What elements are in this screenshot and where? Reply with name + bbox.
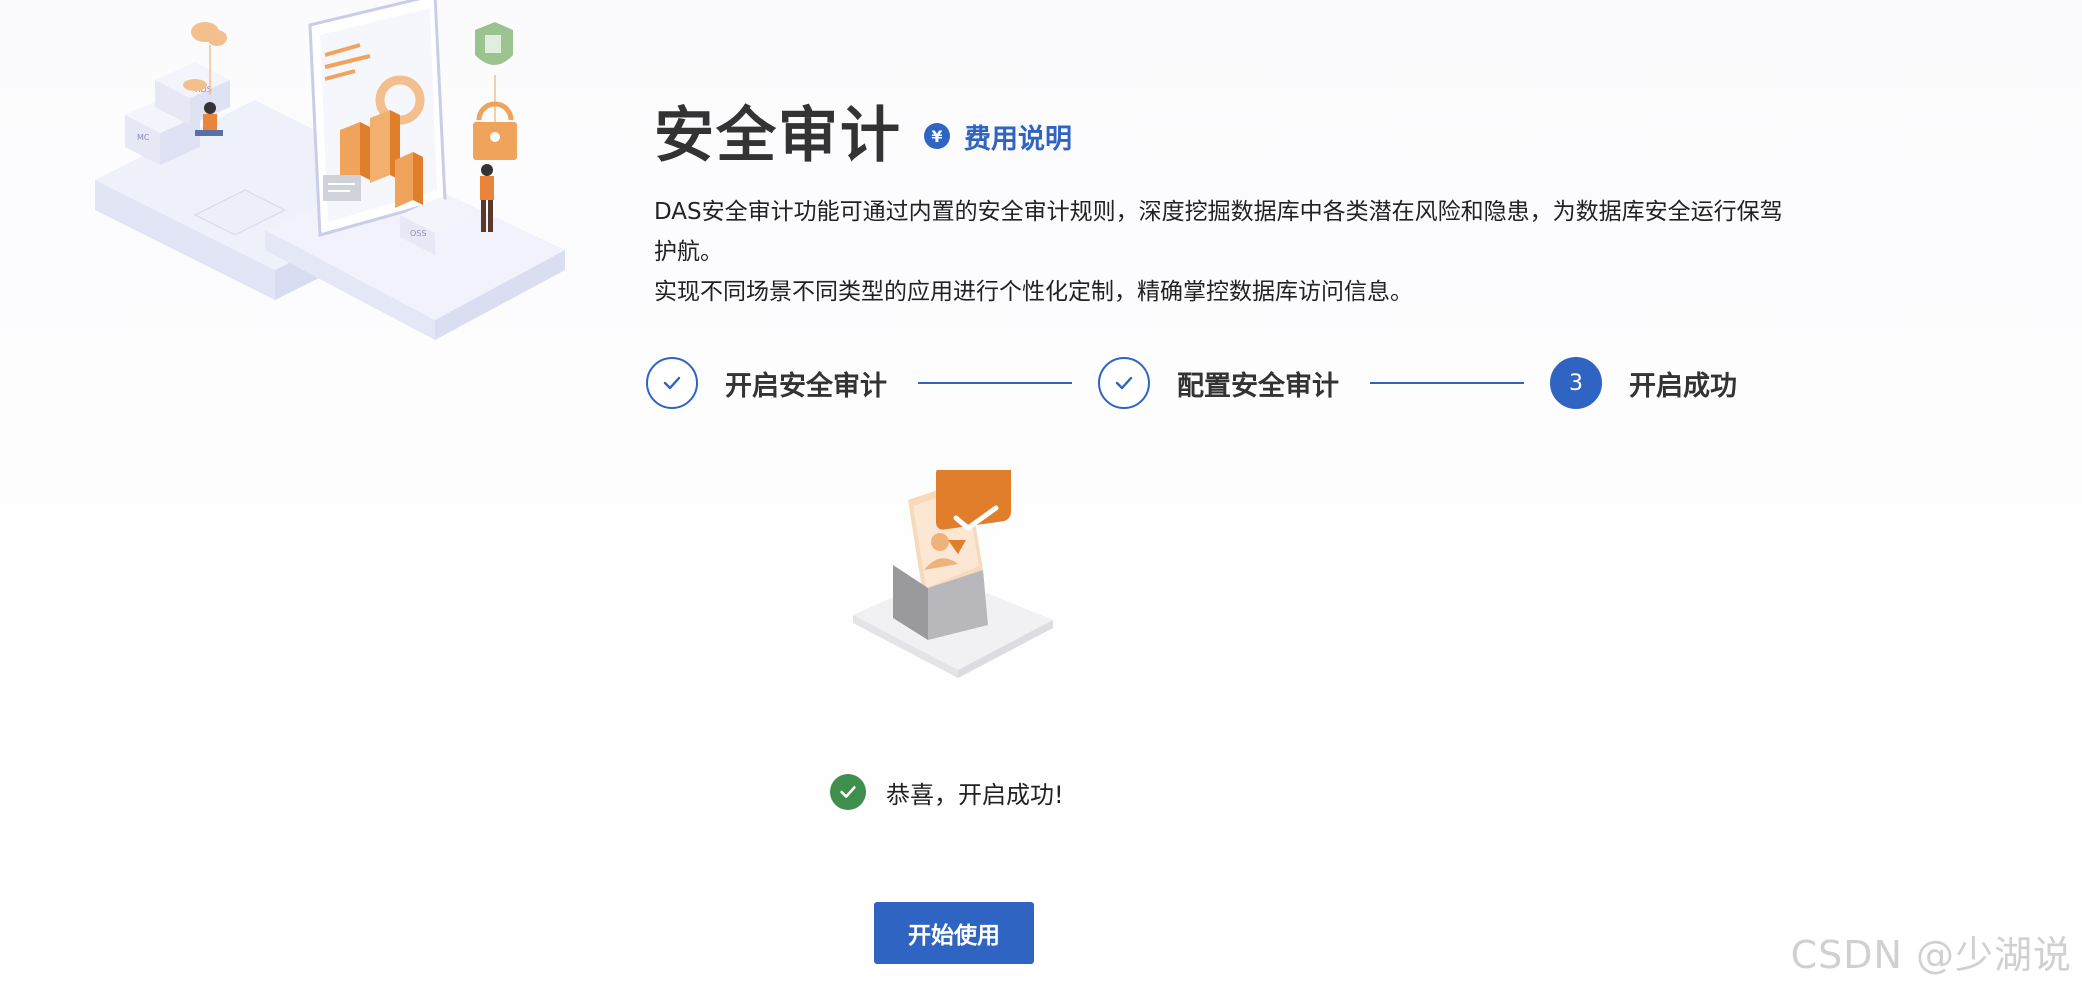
watermark: CSDN @少湖说 — [1790, 933, 2072, 977]
svg-text:OSS: OSS — [410, 229, 426, 238]
steps-progress: 开启安全审计 配置安全审计 3 开启成功 — [646, 354, 1846, 412]
start-using-button[interactable]: 开始使用 — [874, 902, 1034, 964]
header: 安全审计 ¥ 费用说明 — [654, 98, 1072, 174]
step-enable-audit: 开启安全审计 — [646, 354, 887, 412]
description-line: DAS安全审计功能可通过内置的安全审计规则，深度挖掘数据库中各类潜在风险和隐患，… — [654, 199, 1783, 225]
success-text: 恭喜，开启成功! — [886, 780, 1064, 809]
step-connector — [1370, 382, 1524, 384]
success-illustration — [853, 470, 1053, 678]
page-title: 安全审计 — [654, 101, 902, 171]
description-line: 护航。 — [654, 239, 723, 265]
check-circle-icon — [830, 774, 866, 810]
fee-description-link[interactable]: 费用说明 — [964, 117, 1072, 156]
page: MC RDS OSS 安全审计 ¥ 费用说明 DAS安全审计功能可通过内置的安全… — [0, 0, 2082, 982]
step-enable-success: 3 开启成功 — [1550, 354, 1737, 412]
step-label: 配置安全审计 — [1177, 370, 1339, 402]
svg-text:MC: MC — [137, 133, 150, 142]
step-label: 开启安全审计 — [725, 370, 887, 402]
success-message: 恭喜，开启成功! — [830, 774, 1064, 810]
step-configure-audit: 配置安全审计 — [1098, 354, 1339, 412]
description-line: 实现不同场景不同类型的应用进行个性化定制，精确掌控数据库访问信息。 — [654, 279, 1413, 305]
step-label: 开启成功 — [1629, 370, 1737, 402]
description: DAS安全审计功能可通过内置的安全审计规则，深度挖掘数据库中各类潜在风险和隐患，… — [654, 192, 1854, 312]
hero-illustration: MC RDS OSS — [95, 0, 565, 340]
check-icon — [1098, 357, 1150, 409]
yen-icon: ¥ — [924, 123, 950, 149]
check-icon — [646, 357, 698, 409]
step-number: 3 — [1550, 357, 1602, 409]
step-connector — [918, 382, 1072, 384]
